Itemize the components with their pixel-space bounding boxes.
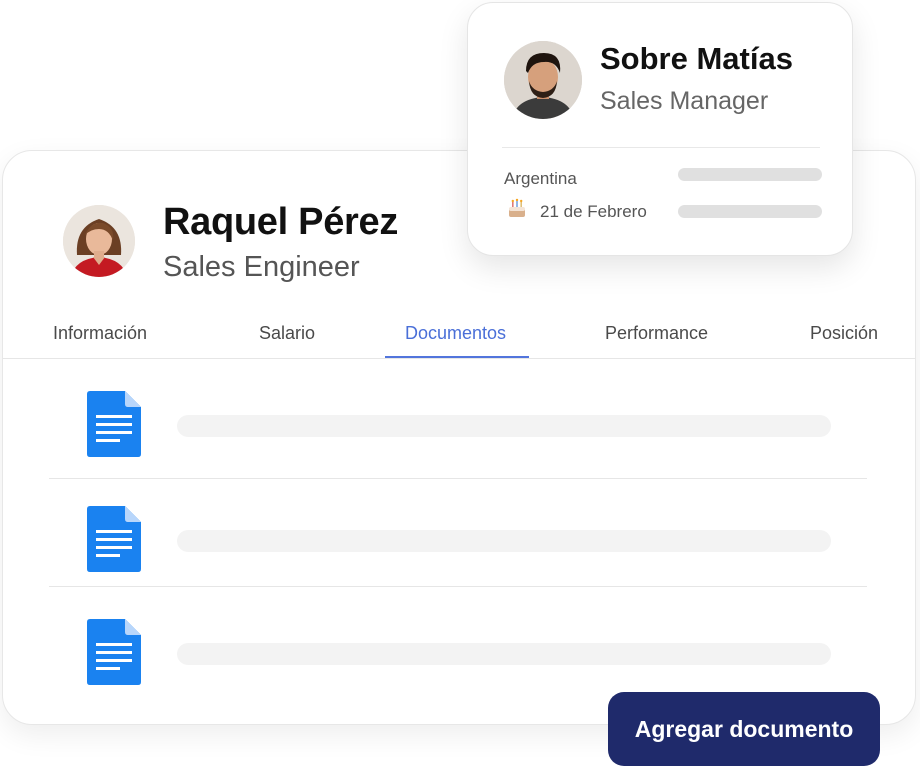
tab-documentos[interactable]: Documentos xyxy=(405,323,506,344)
popup-placeholder-bar xyxy=(678,168,822,181)
document-icon xyxy=(87,506,141,572)
popup-subtitle: Sales Manager xyxy=(600,87,769,115)
document-placeholder-bar xyxy=(177,530,831,552)
document-placeholder-bar xyxy=(177,415,831,437)
popup-title: Sobre Matías xyxy=(600,41,793,76)
manager-avatar xyxy=(504,41,582,119)
cake-icon xyxy=(509,198,525,217)
popup-birthday: 21 de Febrero xyxy=(540,202,647,221)
tab-posicion[interactable]: Posición xyxy=(810,323,878,344)
document-row[interactable] xyxy=(49,591,867,705)
document-icon xyxy=(87,619,141,685)
tabs-divider xyxy=(3,358,915,359)
document-row[interactable] xyxy=(49,478,867,592)
row-divider xyxy=(49,586,867,587)
document-icon xyxy=(87,391,141,457)
employee-avatar xyxy=(63,205,135,277)
tab-informacion[interactable]: Información xyxy=(53,323,147,344)
tab-performance[interactable]: Performance xyxy=(605,323,708,344)
document-row[interactable] xyxy=(49,363,867,477)
profile-tabs: Información Salario Documentos Performan… xyxy=(3,311,915,359)
add-document-button[interactable]: Agregar documento xyxy=(608,692,880,766)
employee-role: Sales Engineer xyxy=(163,251,360,283)
popup-divider xyxy=(502,147,820,148)
document-placeholder-bar xyxy=(177,643,831,665)
tab-salario[interactable]: Salario xyxy=(259,323,315,344)
popup-country: Argentina xyxy=(504,169,577,188)
about-popup-card: Sobre Matías Sales Manager Argentina 21 … xyxy=(467,2,853,256)
popup-placeholder-bar xyxy=(678,205,822,218)
employee-name: Raquel Pérez xyxy=(163,201,399,243)
